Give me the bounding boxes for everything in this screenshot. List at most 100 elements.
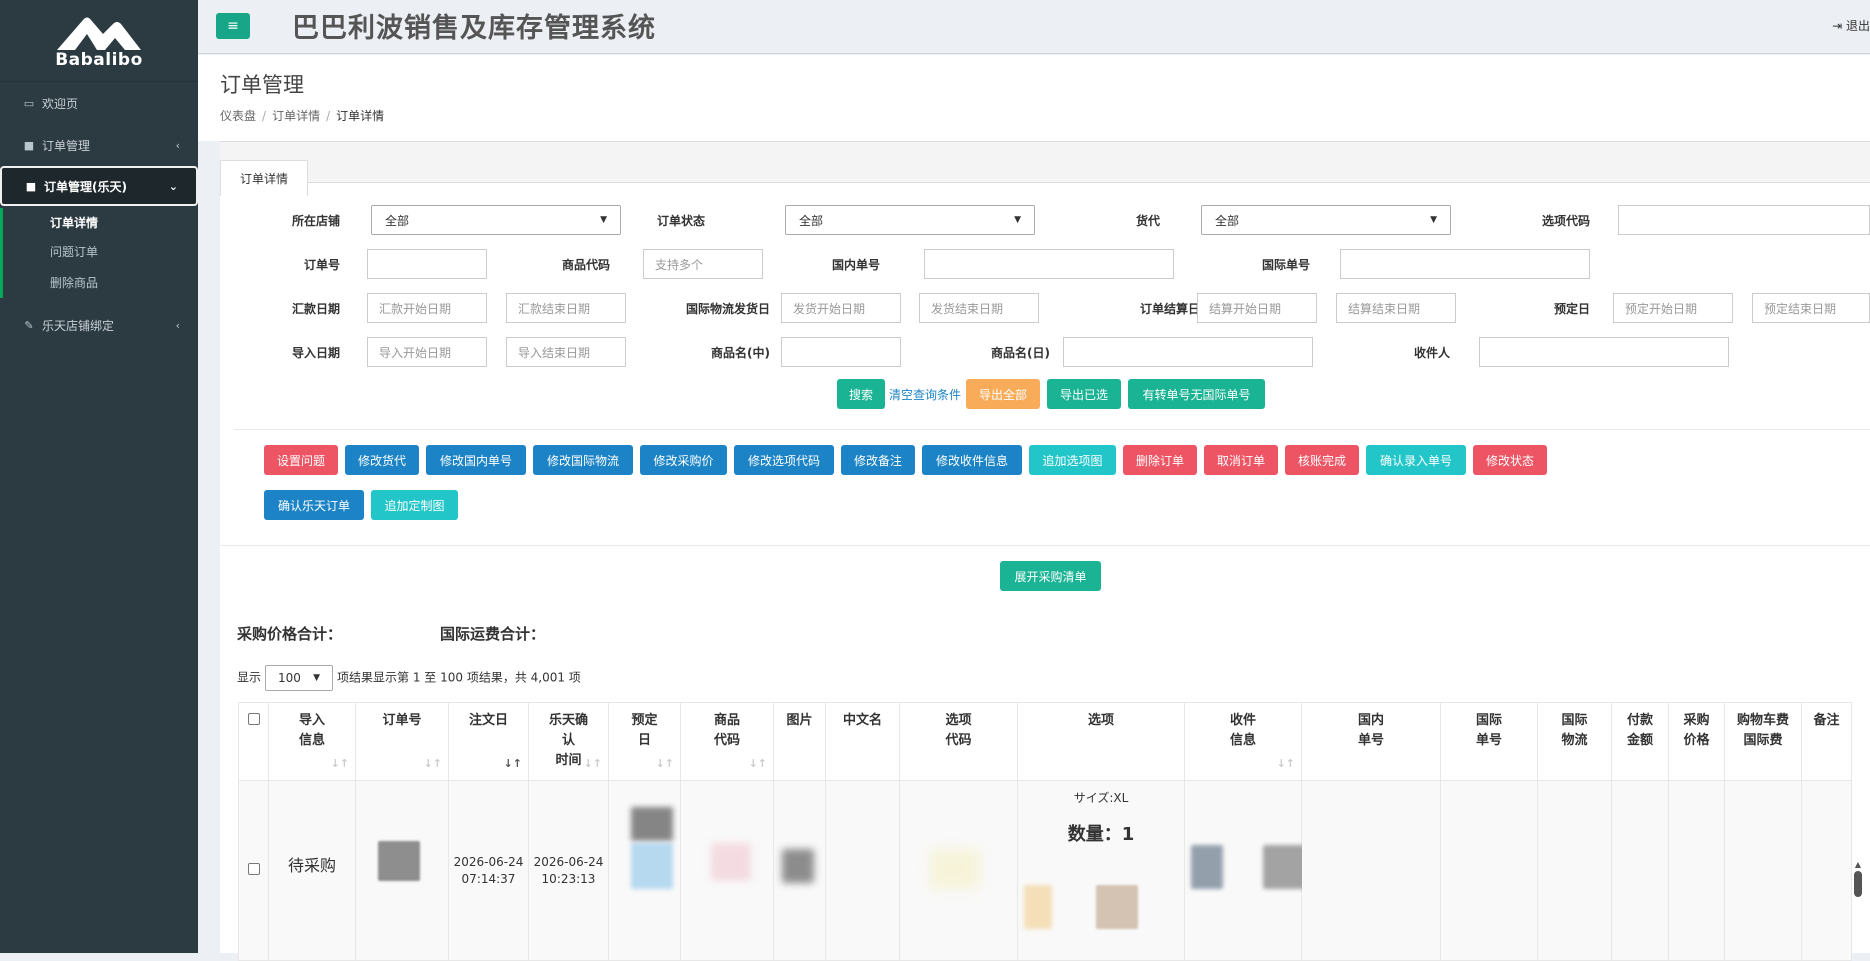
settle-end-input[interactable]: 结算结束日期 [1336, 293, 1456, 323]
ship-start-input[interactable]: 发货开始日期 [781, 293, 901, 323]
modify-note-button[interactable]: 修改备注 [841, 445, 915, 475]
option-thumbnail [1024, 885, 1052, 929]
remit-end-input[interactable]: 汇款结束日期 [506, 293, 626, 323]
reserve-start-input[interactable]: 预定开始日期 [1613, 293, 1733, 323]
sidebar-subitem-order-detail[interactable]: 订单详情 [3, 208, 198, 237]
status-select[interactable]: 全部 ▼ [785, 205, 1035, 235]
sidebar-item-orders-rakuten[interactable]: ■ 订单管理(乐天) ⌄ [0, 166, 198, 206]
breadcrumb-order-detail[interactable]: 订单详情 [272, 109, 320, 123]
header-image: 图片 [786, 713, 813, 728]
order-no-input[interactable] [367, 249, 487, 279]
reserve-end-input[interactable]: 预定结束日期 [1752, 293, 1870, 323]
domestic-no-cell [1301, 780, 1441, 961]
header-intl-logistics: 国际 物流 [1561, 713, 1588, 748]
option-cell: サイズ:XL 数量：1 [1017, 780, 1185, 961]
reconcile-complete-button[interactable]: 核账完成 [1285, 445, 1359, 475]
chevron-down-icon: ▼ [1430, 215, 1437, 225]
confirm-entry-button[interactable]: 确认录入单号 [1366, 445, 1466, 475]
row-checkbox[interactable] [247, 863, 260, 875]
purchase-price-cell [1668, 780, 1725, 961]
product-code-input[interactable]: 支持多个 [643, 249, 763, 279]
scroll-up-icon[interactable]: ▲ [1853, 860, 1863, 869]
chevron-down-icon: ▼ [600, 215, 607, 225]
logout-label: 退出 [1845, 19, 1870, 33]
export-all-button[interactable]: 导出全部 [966, 379, 1040, 409]
confirm-rakuten-order-button[interactable]: 确认乐天订单 [264, 490, 364, 520]
select-all-checkbox[interactable] [247, 713, 260, 725]
intl-no-input[interactable] [1340, 249, 1590, 279]
sort-icon: ↓↑ [583, 757, 602, 770]
modify-intl-logistics-button[interactable]: 修改国际物流 [533, 445, 633, 475]
table-header-row: 导入 信息 ↓↑ 订单号 ↓↑ 注文日 ↓↑ 乐天确 认 时间 ↓↑ 预定 日 ↓↑ 商品… [238, 702, 1852, 781]
import-start-input[interactable]: 导入开始日期 [367, 337, 487, 367]
ship-end-input[interactable]: 发货结束日期 [919, 293, 1039, 323]
breadcrumb: 仪表盘 / 订单详情 / 订单详情 [220, 109, 385, 123]
modify-purchase-price-button[interactable]: 修改采购价 [640, 445, 727, 475]
store-select[interactable]: 全部 ▼ [371, 205, 621, 235]
import-info-cell: 待采购 [268, 780, 356, 961]
logout-link[interactable]: ⇥ 退出 [1832, 17, 1870, 34]
remit-start-input[interactable]: 汇款开始日期 [367, 293, 487, 323]
scrollbar-thumb[interactable] [1854, 871, 1862, 897]
sort-icon: ↓↑ [748, 757, 767, 770]
sidebar-item-store-binding[interactable]: ✎ 乐天店铺绑定 ‹ [0, 304, 198, 346]
breadcrumb-dashboard[interactable]: 仪表盘 [220, 109, 256, 123]
page-length-select[interactable]: 100 ▼ [265, 665, 334, 691]
delete-order-button[interactable]: 删除订单 [1123, 445, 1197, 475]
add-custom-image-button[interactable]: 追加定制图 [371, 490, 458, 520]
settle-start-input[interactable]: 结算开始日期 [1197, 293, 1317, 323]
sidebar-item-orders[interactable]: ■ 订单管理 ‹ [0, 124, 198, 166]
status-text: 待采购 [287, 855, 336, 875]
sidebar-subitem-problem-orders[interactable]: 问题订单 [3, 237, 198, 266]
note-cell [1801, 780, 1852, 961]
modify-forwarder-button[interactable]: 修改货代 [345, 445, 419, 475]
clear-conditions-link[interactable]: 清空查询条件 [889, 386, 961, 403]
name-jp-input[interactable] [1063, 337, 1313, 367]
option-code-input[interactable] [1618, 205, 1870, 235]
header-purchase-price: 采购 价格 [1683, 713, 1710, 748]
import-end-input[interactable]: 导入结束日期 [506, 337, 626, 367]
header-cell[interactable]: 注文日 ↓↑ [448, 702, 529, 781]
logo[interactable]: Babalibo [0, 0, 198, 82]
forwarder-select[interactable]: 全部 ▼ [1201, 205, 1451, 235]
header-intl-no: 国际 单号 [1475, 713, 1502, 748]
menu-toggle-button[interactable]: ≡ [216, 13, 250, 39]
sidebar-item-welcome[interactable]: ▭ 欢迎页 [0, 82, 198, 124]
header-cell[interactable]: 导入 信息 ↓↑ [268, 702, 356, 781]
search-button[interactable]: 搜索 [837, 379, 885, 409]
header-cell[interactable]: 预定 日 ↓↑ [608, 702, 681, 781]
add-option-image-button[interactable]: 追加选项图 [1029, 445, 1116, 475]
recipient-input[interactable] [1479, 337, 1729, 367]
modify-domestic-no-button[interactable]: 修改国内单号 [426, 445, 526, 475]
expand-purchase-list-button[interactable]: 展开采购清单 [1000, 561, 1101, 591]
bookmark-icon: ■ [23, 138, 35, 152]
product-code-cell [680, 780, 774, 961]
sort-icon: ↓↑ [423, 757, 442, 770]
status-select-value: 全部 [799, 213, 824, 228]
modify-option-code-button[interactable]: 修改选项代码 [734, 445, 834, 475]
page-length-control: 显示 100 ▼ 项结果显示第 1 至 100 项结果，共 4,001 项 [237, 665, 581, 691]
product-code-label: 商品代码 [561, 258, 610, 272]
header-cell: 国际 单号 [1440, 702, 1538, 781]
export-selected-button[interactable]: 导出已选 [1047, 379, 1121, 409]
modify-recipient-button[interactable]: 修改收件信息 [922, 445, 1022, 475]
vertical-scrollbar[interactable]: ▲ [1853, 860, 1863, 960]
export-transfer-button[interactable]: 有转单号无国际单号 [1128, 379, 1265, 409]
set-problem-button[interactable]: 设置问题 [264, 445, 338, 475]
domestic-no-input[interactable] [924, 249, 1174, 279]
forwarder-label: 货代 [1135, 214, 1160, 228]
chevron-left-icon: ‹ [175, 138, 180, 152]
header-order-no: 订单号 [382, 713, 422, 728]
modify-status-button[interactable]: 修改状态 [1473, 445, 1547, 475]
header-cell[interactable]: 乐天确 认 时间 ↓↑ [528, 702, 609, 781]
sign-out-icon: ⇥ [1832, 19, 1843, 33]
sidebar-subitem-deleted-products[interactable]: 删除商品 [3, 266, 198, 298]
header-cell[interactable]: 订单号 ↓↑ [355, 702, 449, 781]
header-cell[interactable]: 收件 信息 ↓↑ [1184, 702, 1302, 781]
product-thumbnail [782, 849, 814, 883]
name-cn-input[interactable] [781, 337, 901, 367]
orders-table: 导入 信息 ↓↑ 订单号 ↓↑ 注文日 ↓↑ 乐天确 认 时间 ↓↑ 预定 日 ↓↑ 商品… [238, 702, 1852, 961]
cancel-order-button[interactable]: 取消订单 [1204, 445, 1278, 475]
table-row[interactable]: 待采购 2026-06-24 07:14:37 2026-06-24 10:23… [238, 780, 1852, 961]
header-cell[interactable]: 商品 代码 ↓↑ [680, 702, 774, 781]
